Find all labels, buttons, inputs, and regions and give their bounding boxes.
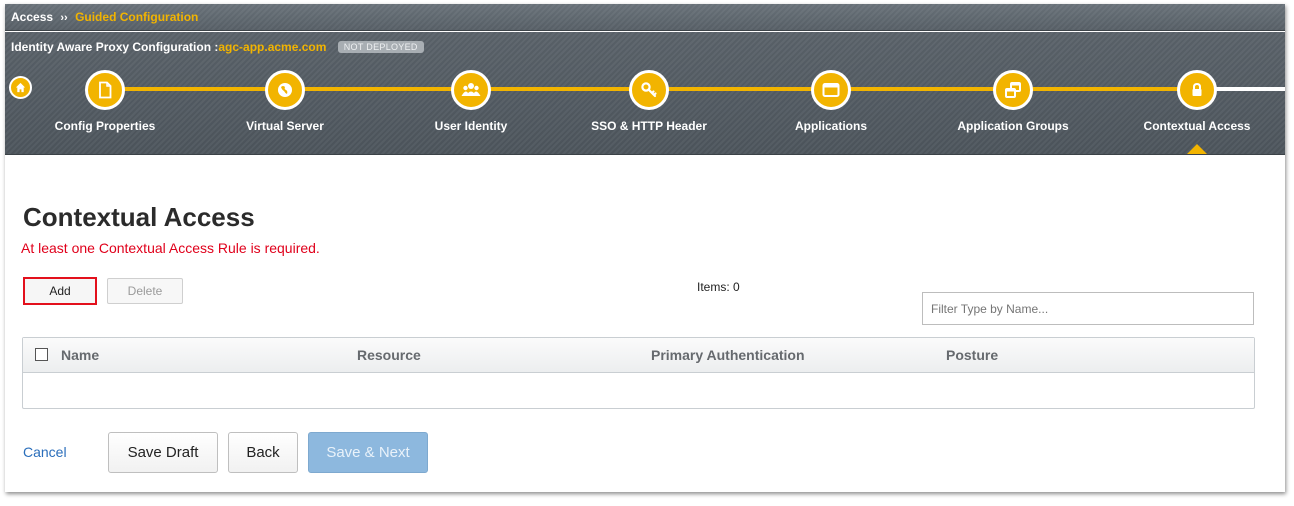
config-title: Identity Aware Proxy Configuration :agc-… — [11, 40, 424, 54]
column-resource[interactable]: Resource — [357, 338, 421, 372]
lock-icon — [1192, 82, 1202, 96]
column-posture[interactable]: Posture — [946, 338, 998, 372]
cancel-link[interactable]: Cancel — [23, 444, 67, 460]
step-contextual-access[interactable]: Contextual Access — [1117, 70, 1277, 133]
status-badge: NOT DEPLOYED — [337, 41, 424, 53]
items-count: Items: 0 — [697, 280, 740, 294]
step-circle — [629, 70, 669, 110]
step-virtual-server[interactable]: Virtual Server — [205, 70, 365, 133]
step-applications[interactable]: Applications — [751, 70, 911, 133]
filter-input[interactable] — [922, 292, 1254, 325]
rules-table: Name Resource Primary Authentication Pos… — [22, 337, 1255, 409]
config-host: agc-app.acme.com — [218, 40, 327, 54]
document-icon — [99, 81, 112, 99]
step-label: User Identity — [434, 119, 508, 133]
column-primary-authentication[interactable]: Primary Authentication — [651, 338, 805, 372]
breadcrumb-root[interactable]: Access — [11, 10, 53, 24]
main-window: Access ›› Guided Configuration Identity … — [5, 4, 1285, 492]
windows-stack-icon — [1005, 82, 1021, 98]
breadcrumb: Access ›› Guided Configuration — [5, 4, 1285, 31]
save-draft-button[interactable]: Save Draft — [108, 432, 218, 473]
config-header: Identity Aware Proxy Configuration :agc-… — [5, 32, 1285, 155]
save-next-button[interactable]: Save & Next — [308, 432, 428, 473]
users-icon — [461, 83, 481, 96]
step-circle — [451, 70, 491, 110]
step-label: Application Groups — [957, 119, 1069, 133]
step-label: Applications — [794, 119, 867, 133]
step-label: Virtual Server — [246, 119, 324, 133]
globe-icon — [278, 83, 292, 97]
column-name[interactable]: Name — [61, 338, 99, 372]
breadcrumb-current: Guided Configuration — [75, 10, 199, 24]
step-circle — [811, 70, 851, 110]
back-button[interactable]: Back — [228, 432, 298, 473]
delete-button[interactable]: Delete — [107, 278, 183, 304]
step-label: SSO & HTTP Header — [591, 119, 707, 133]
step-label: Config Properties — [54, 119, 156, 133]
step-circle — [265, 70, 305, 110]
key-icon — [641, 82, 657, 98]
select-all-checkbox[interactable] — [35, 348, 48, 361]
step-circle — [993, 70, 1033, 110]
step-sso-http-header[interactable]: SSO & HTTP Header — [569, 70, 729, 133]
breadcrumb-separator: ›› — [60, 12, 68, 24]
validation-message: At least one Contextual Access Rule is r… — [21, 240, 320, 256]
step-circle — [85, 70, 125, 110]
page-title: Contextual Access — [23, 202, 255, 232]
step-label: Contextual Access — [1143, 119, 1251, 133]
step-config-properties[interactable]: Config Properties — [25, 70, 185, 133]
step-application-groups[interactable]: Application Groups — [933, 70, 1093, 133]
window-icon — [822, 83, 840, 97]
step-user-identity[interactable]: User Identity — [391, 70, 551, 133]
active-step-indicator — [1187, 144, 1207, 154]
table-header: Name Resource Primary Authentication Pos… — [23, 338, 1254, 373]
add-button[interactable]: Add — [23, 277, 97, 305]
config-label: Identity Aware Proxy Configuration : — [11, 40, 219, 54]
step-circle — [1177, 70, 1217, 110]
